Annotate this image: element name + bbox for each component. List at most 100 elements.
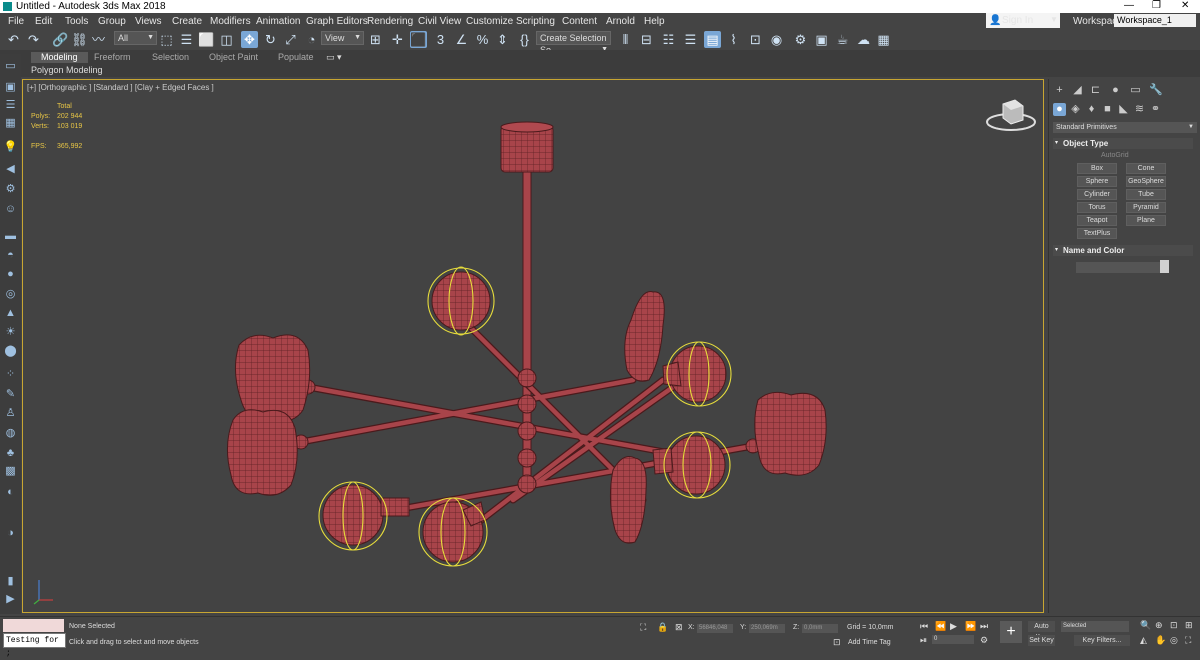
utilities-tab-icon[interactable]: 🔧 [1149,84,1163,97]
tree-icon[interactable]: ♣ [3,446,18,460]
maxscript-input[interactable]: Testing for ; [3,633,66,658]
maximize-button[interactable]: ❐ [1152,0,1161,11]
perspective-viewport[interactable]: [+] [Orthographic ] [Standard ] [Clay + … [22,79,1044,613]
object-name-field[interactable] [1076,262,1161,273]
tab-freeform[interactable]: Freeform [94,52,131,63]
key-mode-dropdown[interactable]: Selected [1061,621,1129,632]
mirror-icon[interactable]: ⫴ [617,31,634,48]
menu-help[interactable]: Help [644,16,665,27]
cameras-icon[interactable]: ■ [1101,103,1114,116]
menu-civil-view[interactable]: Civil View [418,16,461,27]
selection-filter-dropdown[interactable]: All ▼ [114,31,157,45]
isolate-selection-icon[interactable]: ⛶ [640,622,646,633]
reflection-sphere-icon[interactable]: ◐ [3,485,18,499]
zoom-all-icon[interactable]: ⊕ [1155,620,1163,631]
rendered-frame-window-icon[interactable]: ▣ [813,31,830,48]
absolute-mode-icon[interactable]: ⊠ [675,622,683,633]
set-key-icon[interactable]: + [1000,621,1022,643]
align-icon[interactable]: ⊟ [638,31,655,48]
space-warps-icon[interactable]: ≋ [1133,103,1146,116]
y-coordinate-field[interactable]: 250,069m [749,624,785,633]
material-editor-icon[interactable]: ◉ [768,31,785,48]
redo-icon[interactable]: ↷ [25,31,42,48]
menu-content[interactable]: Content [562,16,597,27]
figure-icon[interactable]: ♙ [3,406,18,420]
menu-rendering[interactable]: Rendering [367,16,413,27]
x-coordinate-field[interactable]: 56846,048 [697,624,733,633]
bind-space-warp-icon[interactable]: 〰 [90,31,107,48]
undo-icon[interactable]: ↶ [5,31,22,48]
reference-coordinate-dropdown[interactable]: View ▼ [321,31,364,45]
box-button[interactable]: Box [1077,163,1117,174]
geometry-icon[interactable]: ● [1053,103,1066,116]
ribbon-subtitle[interactable]: Polygon Modeling [31,65,103,75]
cone-icon[interactable]: ▲ [3,306,18,320]
helpers-icon[interactable]: ◣ [1117,103,1130,116]
tube-button[interactable]: Tube [1126,189,1166,200]
maxscript-listener-output[interactable] [3,619,64,632]
light-icon[interactable]: 💡 [3,140,18,154]
add-time-tag[interactable]: Add Time Tag [848,639,891,646]
spinner-snap-icon[interactable]: ⇕ [494,31,511,48]
render-production-icon[interactable]: ☕ [834,31,851,48]
keyboard-shortcut-override-icon[interactable]: ⬛ [410,31,427,48]
key-mode-toggle-icon[interactable]: ⏯ [920,635,927,646]
lock-selection-icon[interactable]: 🔒 [657,622,668,633]
people-icon[interactable]: ☺ [3,202,18,216]
autogrid-checkbox[interactable]: AutoGrid [1101,152,1129,159]
layer-explorer-icon[interactable]: ☰ [682,31,699,48]
tab-object-paint[interactable]: Object Paint [209,52,258,63]
viewport-layout-icon[interactable]: ▭ [3,59,18,73]
dynamics-icon[interactable]: ⚙ [3,182,18,196]
pyramid-button[interactable]: Pyramid [1126,202,1166,213]
select-manipulate-icon[interactable]: ✛ [389,31,406,48]
maximize-viewport-icon[interactable]: ⛶ [1185,635,1191,646]
z-coordinate-field[interactable]: 0,0mm [802,624,838,633]
shapes-icon[interactable]: ◈ [1069,103,1082,116]
curve-editor-icon[interactable]: ⌇ [725,31,742,48]
time-configuration-icon[interactable]: ⚙ [980,635,988,646]
orbit-icon[interactable]: ◎ [1170,635,1178,646]
next-frame-icon[interactable]: ⏩ [965,621,976,632]
menu-views[interactable]: Views [135,16,162,27]
a360-gallery-icon[interactable]: ▦ [875,31,892,48]
plane-button[interactable]: Plane [1126,215,1166,226]
select-by-name-icon[interactable]: ☰ [178,31,195,48]
ribbon-options-icon[interactable]: ▭ ▾ [326,52,342,63]
unlink-icon[interactable]: ⛓ [71,31,88,48]
textplus-button[interactable]: TextPlus [1077,228,1117,239]
object-color-swatch[interactable] [1160,260,1169,273]
current-frame-field[interactable]: 0 [932,635,974,644]
chandelier-model[interactable] [23,80,1044,613]
toggle-icon[interactable]: ◑ [3,526,18,540]
placement-icon[interactable]: ◔ [303,31,320,48]
systems-icon[interactable]: ⚭ [1149,103,1162,116]
modify-tab-icon[interactable]: ◢ [1071,84,1084,97]
window-crossing-icon[interactable]: ◫ [218,31,235,48]
sign-in-button[interactable]: 👤 Sign In ▼ [986,13,1060,28]
select-and-rotate-icon[interactable]: ↻ [262,31,279,48]
menu-file[interactable]: File [8,16,24,27]
name-and-color-rollout[interactable]: ▾ Name and Color [1053,245,1193,256]
set-key-button[interactable]: Set Key [1028,635,1055,646]
texture-icon[interactable]: ▩ [3,464,18,478]
menu-animation[interactable]: Animation [256,16,300,27]
teapot-button[interactable]: Teapot [1077,215,1117,226]
go-to-end-icon[interactable]: ⏭ [980,621,988,632]
minimize-button[interactable]: — [1124,0,1134,11]
cone-button[interactable]: Cone [1126,163,1166,174]
menu-customize[interactable]: Customize [466,16,513,27]
object-type-rollout[interactable]: ▾ Object Type [1053,138,1193,149]
toggle-scene-explorer-icon[interactable]: ☷ [660,31,677,48]
geosphere-button[interactable]: GeoSphere [1126,176,1166,187]
edit-named-selection-icon[interactable]: {} [516,31,533,48]
zoom-icon[interactable]: 🔍 [1140,620,1151,631]
close-button[interactable]: ✕ [1181,0,1189,11]
motion-tab-icon[interactable]: ● [1109,84,1122,97]
workspace-dropdown[interactable]: Workspace_1 [1114,14,1196,27]
speaker-icon[interactable]: ◀ [3,162,18,176]
torus-button[interactable]: Torus [1077,202,1117,213]
cylinder-button[interactable]: Cylinder [1077,189,1117,200]
zoom-extents-icon[interactable]: ⊡ [1170,620,1178,631]
snaps-toggle-icon[interactable]: 3 [432,31,449,48]
